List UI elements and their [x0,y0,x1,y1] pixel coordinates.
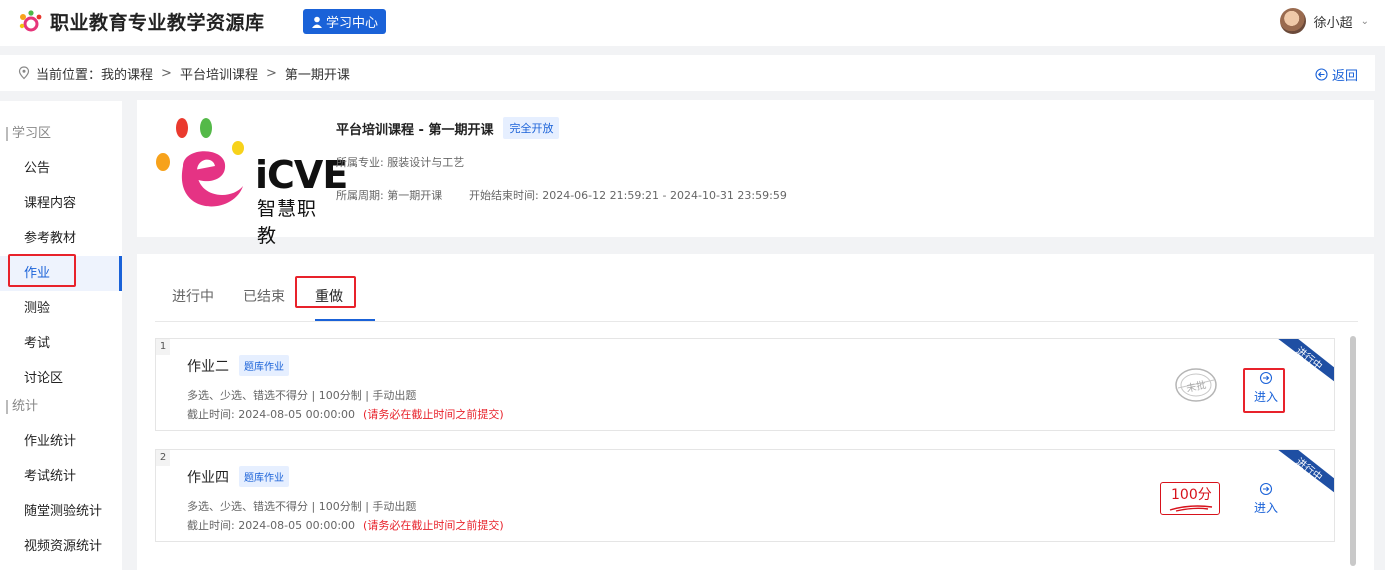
study-center-label: 学习中心 [326,16,379,31]
assignment-name[interactable]: 作业二 [187,356,229,376]
status-badge: 完全开放 [503,117,560,139]
back-button[interactable]: 返回 [1315,65,1358,84]
highlight-box [295,276,356,308]
status-ribbon: 进行中 [1277,339,1334,382]
assignment-title-row: 作业二 题库作业 [187,355,289,376]
icve-logo-text: iCVE [255,153,348,197]
list-item: 1 作业二 题库作业 多选、少选、错选不得分 | 100分制 | 手动出题 截止… [155,338,1335,431]
status-ribbon: 进行中 [1277,450,1334,493]
assignment-rule: 多选、少选、错选不得分 | 100分制 | 手动出题 [187,500,417,513]
assignment-deadline-row: 截止时间: 2024-08-05 00:00:00 (请务必在截止时间之前提交) [187,406,504,422]
score-stamp: 100分 [1160,482,1220,515]
breadcrumb-item[interactable]: 我的课程 [101,64,153,83]
assignment-deadline: 截止时间: 2024-08-05 00:00:00 [187,408,356,421]
breadcrumb-item[interactable]: 平台培训课程 [180,64,258,83]
course-info-card: iCVE 智慧职教 平台培训课程 - 第一期开课 完全开放 所属专业: 服装设计… [137,100,1374,247]
back-label: 返回 [1331,69,1358,84]
sidebar-item-course-content[interactable]: 课程内容 [0,186,122,221]
logo-icon [19,9,42,31]
sidebar: 学习区 公告 课程内容 参考教材 作业 测验 考试 讨论区 统计 作业统计 考试… [0,101,122,570]
assignment-rule: 多选、少选、错选不得分 | 100分制 | 手动出题 [187,389,417,402]
top-bar: 职业教育专业教学资源库 学习中心 徐小超 ⌄ [0,0,1385,46]
enter-label: 进入 [1253,501,1278,515]
sidebar-group-stats: 统计 [6,400,122,414]
sidebar-item-quiz[interactable]: 测验 [0,291,122,326]
sidebar-item-discussion[interactable]: 讨论区 [0,361,122,396]
assignment-deadline: 截止时间: 2024-08-05 00:00:00 [187,519,356,532]
icve-logo-subtext: 智慧职教 [257,198,318,247]
assignment-name[interactable]: 作业四 [187,467,229,487]
back-arrow-icon [1315,68,1328,81]
sidebar-item-reference[interactable]: 参考教材 [0,221,122,256]
breadcrumb-separator: > [265,65,277,81]
unmarked-stamp: 未批 [1172,365,1220,405]
highlight-box [1243,368,1285,413]
site-logo[interactable]: 职业教育专业教学资源库 [18,8,265,35]
user-name: 徐小超 [1313,15,1353,31]
breadcrumb-separator: > [161,65,172,81]
chevron-down-icon: ⌄ [1360,15,1369,27]
course-time: 开始结束时间: 2024-06-12 21:59:21 - 2024-10-31… [469,189,787,202]
score-label: 100分 [1171,487,1212,503]
course-period: 所属周期: 第一期开课 [336,189,443,202]
score-underline-icon [1169,505,1213,512]
course-logo: iCVE 智慧职教 [153,116,348,247]
item-index: 2 [156,450,170,466]
scrollbar[interactable] [1350,336,1356,566]
location-icon [18,66,30,80]
avatar [1279,8,1306,34]
breadcrumb-prefix: 当前位置： [36,67,102,83]
icve-logo-icon [156,118,244,207]
deadline-warning: (请务必在截止时间之前提交) [363,519,504,532]
site-title: 职业教育专业教学资源库 [50,12,265,34]
breadcrumb: 当前位置： 我的课程 > 平台培训课程 > 第一期开课 返回 [0,55,1375,91]
sidebar-group-study: 学习区 [6,127,122,141]
user-icon [312,16,322,28]
highlight-box [8,254,76,287]
item-index: 1 [156,339,170,355]
course-title: 平台培训课程 - 第一期开课 [336,122,494,138]
enter-icon [1259,482,1273,496]
tab-in-progress[interactable]: 进行中 [172,286,214,306]
list-item: 2 作业四 题库作业 多选、少选、错选不得分 | 100分制 | 手动出题 截止… [155,449,1335,542]
assignment-title-row: 作业四 题库作业 [187,466,289,487]
sidebar-item-video-stats[interactable]: 视频资源统计 [0,529,122,564]
assignment-type-badge: 题库作业 [239,355,289,376]
sidebar-item-homework-stats[interactable]: 作业统计 [0,424,122,459]
sidebar-item-quiz-stats[interactable]: 随堂测验统计 [0,494,122,529]
sidebar-item-exam[interactable]: 考试 [0,326,122,361]
sidebar-item-announcement[interactable]: 公告 [0,151,122,186]
course-major: 所属专业: 服装设计与工艺 [336,156,465,169]
assignment-type-badge: 题库作业 [239,466,289,487]
breadcrumb-item: 第一期开课 [284,67,350,83]
tab-ended[interactable]: 已结束 [243,286,285,306]
tab-active-indicator [315,319,375,321]
deadline-warning: (请务必在截止时间之前提交) [363,408,504,421]
course-title-row: 平台培训课程 - 第一期开课 完全开放 [336,117,560,139]
user-menu[interactable]: 徐小超 ⌄ [1279,8,1369,34]
assignment-deadline-row: 截止时间: 2024-08-05 00:00:00 (请务必在截止时间之前提交) [187,517,504,533]
sidebar-item-exam-stats[interactable]: 考试统计 [0,459,122,494]
study-center-button[interactable]: 学习中心 [303,9,387,34]
